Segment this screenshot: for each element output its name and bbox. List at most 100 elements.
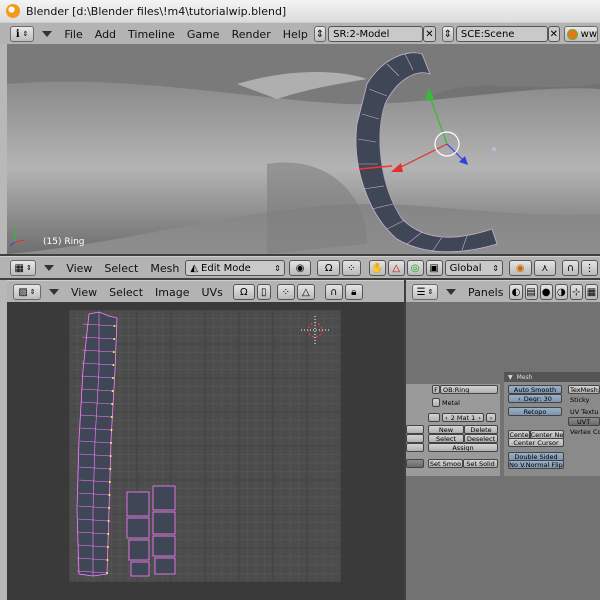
- updown-icon: ⇕: [492, 263, 499, 273]
- pivot-button[interactable]: Ω: [317, 260, 340, 276]
- left-cut-button-4[interactable]: [406, 459, 424, 468]
- material-preview-swatch[interactable]: [428, 413, 440, 422]
- set-smooth-button[interactable]: Set Smoo: [428, 459, 463, 468]
- object-name-field[interactable]: OB:Ring: [440, 385, 498, 394]
- snap-button[interactable]: ∩: [562, 260, 580, 276]
- hand-icon-button[interactable]: ✋: [368, 260, 386, 276]
- uv-texture-slot[interactable]: UVT: [568, 417, 600, 426]
- manip-translate-button[interactable]: △: [387, 260, 405, 276]
- triangle-icon: △: [392, 262, 401, 274]
- prev-arrow-icon: ‹: [518, 394, 521, 403]
- orientation-select[interactable]: Global ⇕: [444, 260, 503, 276]
- uv-menu-view[interactable]: View: [65, 286, 103, 299]
- 3d-viewport[interactable]: (15) Ring: [7, 44, 600, 254]
- engine-button[interactable]: ww: [564, 26, 599, 42]
- material-cycle-button[interactable]: ›: [486, 413, 496, 422]
- shading-context-button[interactable]: ●: [539, 284, 553, 300]
- object-context-button[interactable]: ◑: [554, 284, 568, 300]
- menu-file[interactable]: File: [58, 28, 88, 41]
- 3d-window-type-button[interactable]: ▦ ⇕: [10, 260, 37, 276]
- menu-help[interactable]: Help: [277, 28, 314, 41]
- hand-icon: ✋: [371, 262, 384, 274]
- menu-timeline[interactable]: Timeline: [122, 28, 181, 41]
- collapse-menu-icon[interactable]: [446, 289, 457, 295]
- proportional-button[interactable]: ◉: [508, 260, 532, 276]
- script-context-button[interactable]: ▤: [524, 284, 538, 300]
- left-cut-button-2[interactable]: [406, 434, 424, 443]
- deselect-material-button[interactable]: Deselect: [464, 434, 498, 443]
- manip-rotate-button[interactable]: ◎: [406, 260, 424, 276]
- uv-window-type-button[interactable]: ▨ ⇕: [13, 284, 41, 300]
- menu-render[interactable]: Render: [226, 28, 277, 41]
- uv-editor[interactable]: [7, 302, 404, 600]
- screen-browse-button[interactable]: ⇕: [313, 26, 327, 42]
- edit-mode-icon: ◭: [190, 262, 199, 274]
- buttons-window-type-button[interactable]: ☰ ⇕: [412, 284, 439, 300]
- uv-menu-uvs[interactable]: UVs: [196, 286, 229, 299]
- select-mode-button[interactable]: ⋮: [581, 260, 598, 276]
- uv-lock-button[interactable]: 🔒︎: [344, 284, 363, 300]
- orientation-label: Global: [449, 262, 482, 274]
- left-cut-button-1[interactable]: [406, 425, 424, 434]
- uv-menu-image[interactable]: Image: [149, 286, 195, 299]
- link-materials-header: [406, 374, 504, 384]
- no-vnormal-flip-toggle[interactable]: No V.Normal Flip: [508, 460, 564, 469]
- window-divider[interactable]: [404, 280, 406, 600]
- uv-snap-button[interactable]: ∩: [324, 284, 343, 300]
- scene-browse-button[interactable]: ⇕: [441, 26, 454, 42]
- uv-grid[interactable]: [68, 309, 342, 583]
- material-index-field[interactable]: ‹ 2 Mat 1 ›: [442, 413, 484, 422]
- scene-delete-button[interactable]: ✕: [547, 26, 561, 42]
- falloff-button[interactable]: ⋏: [533, 260, 557, 276]
- menu-view[interactable]: View: [60, 262, 98, 275]
- new-material-button[interactable]: New: [428, 425, 464, 434]
- uv-pivot-button[interactable]: Ω: [232, 284, 255, 300]
- scene-context-button[interactable]: ▦: [584, 284, 598, 300]
- manip-scale-button[interactable]: ▣: [425, 260, 443, 276]
- mode-select[interactable]: ◭ Edit Mode ⇕: [185, 260, 285, 276]
- material-color-swatch[interactable]: [432, 398, 440, 407]
- degr-field[interactable]: ‹ Degr: 30: [508, 394, 562, 403]
- delete-material-button[interactable]: Delete: [464, 425, 498, 434]
- retopo-toggle[interactable]: Retopo: [508, 407, 562, 416]
- layer-button[interactable]: ⁘: [341, 260, 361, 276]
- fake-user-button[interactable]: F: [432, 385, 440, 394]
- draw-type-icon: ◉: [295, 262, 305, 274]
- logic-context-button[interactable]: ◐: [509, 284, 523, 300]
- uv-face-button[interactable]: △: [296, 284, 315, 300]
- uv-menu-select[interactable]: Select: [103, 286, 149, 299]
- scene-field[interactable]: SCE:Scene: [455, 26, 548, 42]
- set-solid-button[interactable]: Set Solid: [463, 459, 498, 468]
- editing-context-button[interactable]: ⊹: [569, 284, 583, 300]
- uv-cursor: [301, 316, 329, 344]
- draw-type-button[interactable]: ◉: [288, 260, 312, 276]
- menu-mesh[interactable]: Mesh: [144, 262, 185, 275]
- grid-icon: ▦: [14, 262, 24, 274]
- magnet-icon: ∩: [330, 286, 338, 298]
- uv-vertex-button[interactable]: ⁘: [276, 284, 295, 300]
- collapse-menu-icon[interactable]: [42, 31, 53, 37]
- horizontal-divider-1[interactable]: [0, 254, 600, 256]
- sync-icon: ▯: [261, 286, 267, 298]
- panels-menu[interactable]: Panels: [462, 286, 509, 299]
- face-select-icon: △: [301, 286, 310, 298]
- texmesh-field[interactable]: TexMesh:: [568, 385, 600, 394]
- collapse-menu-icon[interactable]: [49, 289, 59, 295]
- logic-icon: ◐: [511, 286, 521, 298]
- uv-editor-header: ▨ ⇕ View Select Image UVs Ω ▯ ⁘ △ ∩ 🔒︎: [7, 280, 404, 304]
- engine-label: ww: [580, 28, 598, 40]
- screen-delete-button[interactable]: ✕: [423, 26, 436, 42]
- assign-material-button[interactable]: Assign: [428, 443, 498, 452]
- menu-game[interactable]: Game: [181, 28, 226, 41]
- left-cut-button-3[interactable]: [406, 443, 424, 452]
- horizontal-divider-2[interactable]: [0, 278, 600, 280]
- menu-select[interactable]: Select: [98, 262, 144, 275]
- auto-smooth-toggle[interactable]: Auto Smooth: [508, 385, 562, 394]
- window-type-button[interactable]: i ⇕: [10, 26, 35, 42]
- menu-add[interactable]: Add: [89, 28, 122, 41]
- collapse-menu-icon[interactable]: [44, 265, 55, 271]
- select-material-button[interactable]: Select: [428, 434, 464, 443]
- uv-sync-button[interactable]: ▯: [256, 284, 271, 300]
- center-cursor-button[interactable]: Center Cursor: [508, 438, 564, 447]
- screen-field[interactable]: SR:2-Model: [328, 26, 424, 42]
